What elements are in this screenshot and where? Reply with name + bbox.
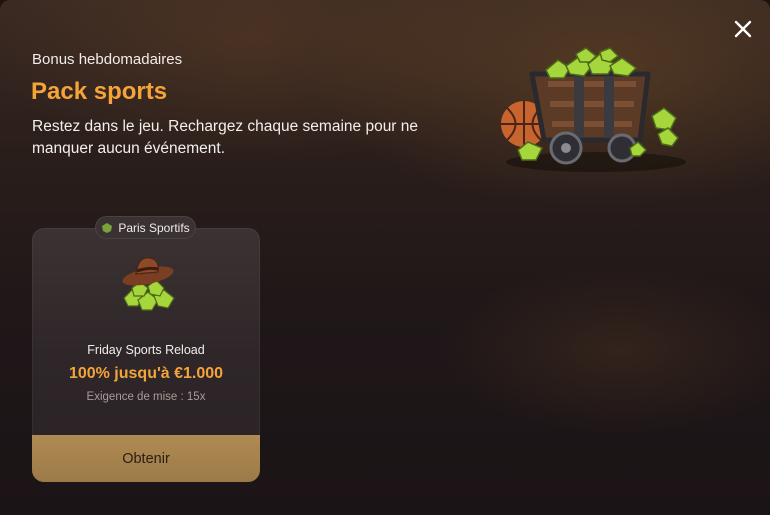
close-button[interactable] [732,18,754,40]
modal-description: Restez dans le jeu. Rechargez chaque sem… [32,118,419,157]
category-tag-label: Paris Sportifs [118,220,190,235]
mine-cart-icon [501,47,686,172]
bonus-modal: Bonus hebdomadaires Pack sports Restez d… [0,0,770,515]
bonus-card: Friday Sports Reload 100% jusqu'à €1.000… [32,228,260,482]
category-tag: Paris Sportifs [95,216,196,239]
cowboy-hat-gems-icon [122,257,175,311]
bonus-offer: 100% jusqu'à €1.000 [68,365,224,382]
claim-button[interactable]: Obtenir [32,435,260,482]
bonus-name: Friday Sports Reload [87,343,205,357]
section-eyebrow: Bonus hebdomadaires [32,51,183,68]
close-icon [734,20,752,38]
wagering-requirement: Exigence de mise : 15x [86,391,206,403]
page-title: Pack sports [31,78,168,105]
gem-icon [102,222,113,233]
